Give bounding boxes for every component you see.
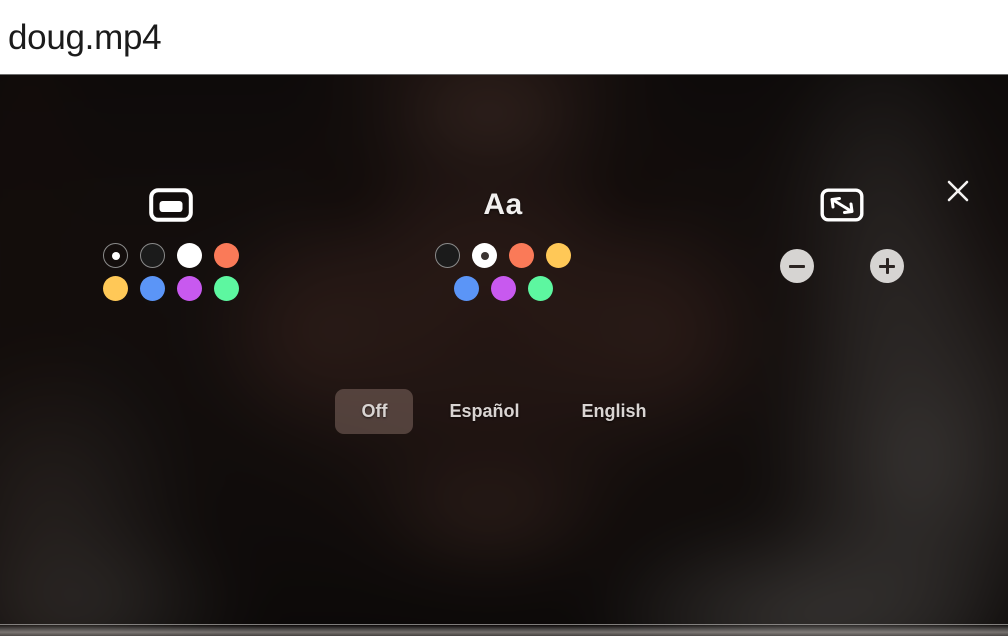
swatch-row [435,243,571,268]
player-control-strip[interactable] [0,624,1008,636]
caption-size-stepper [780,249,904,283]
caption-text-swatches [435,243,571,301]
swatch-bg-black[interactable] [140,243,165,268]
swatch-bg-yellow[interactable] [103,276,128,301]
swatch-row [435,276,571,301]
swatch-text-black[interactable] [435,243,460,268]
swatch-bg-orange[interactable] [214,243,239,268]
swatch-text-yellow[interactable] [546,243,571,268]
caption-background-group [44,183,298,301]
subtitle-language-row: Off Español English [0,389,1008,434]
decrease-size-button[interactable] [780,249,814,283]
video-player-page: doug.mp4 Aa Off Español English [0,0,1008,636]
swatch-row [103,243,239,268]
increase-size-button[interactable] [870,249,904,283]
page-title: doug.mp4 [8,17,162,57]
swatch-text-green[interactable] [527,276,553,301]
resize-icon[interactable] [820,183,864,227]
caption-size-group [716,183,968,283]
swatch-bg-blue[interactable] [140,276,165,301]
video-stage[interactable]: Aa Off Español English [0,74,1008,636]
language-option-english[interactable]: English [556,389,673,434]
selected-dot [480,251,489,260]
swatch-bg-transparent[interactable] [103,243,128,268]
minus-icon [789,264,805,268]
swatch-bg-white[interactable] [177,243,202,268]
swatch-row [103,276,239,301]
swatch-text-orange[interactable] [509,243,534,268]
swatch-bg-green[interactable] [214,276,239,301]
caption-background-swatches [103,243,239,301]
caption-background-icon[interactable] [149,183,193,227]
plus-icon-vertical [885,258,889,274]
swatch-text-white[interactable] [472,243,497,268]
swatch-text-blue[interactable] [453,276,479,301]
swatch-bg-magenta[interactable] [177,276,202,301]
language-option-espanol[interactable]: Español [423,389,545,434]
aa-label: Aa [483,188,523,221]
swatch-text-magenta[interactable] [490,276,516,301]
selected-dot [111,251,120,260]
subtitle-settings-panel: Aa Off Español English [0,75,1008,636]
language-option-off[interactable]: Off [335,389,414,434]
title-bar: doug.mp4 [0,0,1008,74]
caption-text-group: Aa [378,183,628,301]
text-style-icon[interactable]: Aa [483,183,522,227]
